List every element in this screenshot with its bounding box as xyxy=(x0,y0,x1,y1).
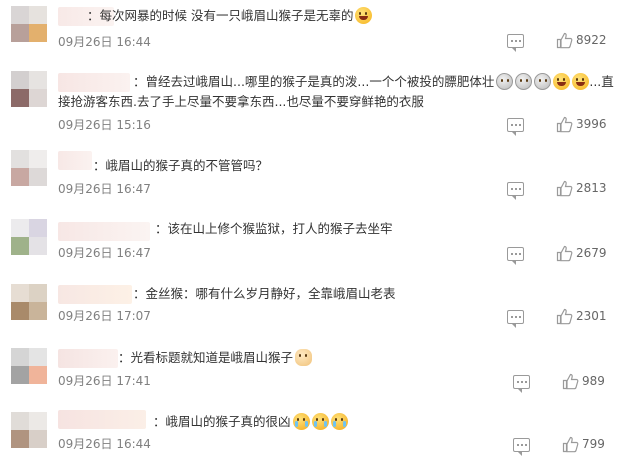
avatar[interactable] xyxy=(11,412,47,448)
thumbs-up-icon[interactable] xyxy=(556,116,573,133)
like-count: 799 xyxy=(582,437,605,451)
thumbs-up-icon[interactable] xyxy=(556,245,573,262)
comment-icon[interactable] xyxy=(507,310,524,328)
comment-body: ：每次网暴的时候 没有一只峨眉山猴子是无辜的 xyxy=(87,8,354,23)
crying-face-emoji-icon xyxy=(311,413,329,430)
timestamp: 09月26日 16:44 xyxy=(58,35,151,49)
like-count: 8922 xyxy=(576,33,607,47)
timestamp: 09月26日 16:44 xyxy=(58,437,151,451)
avatar[interactable] xyxy=(11,71,47,107)
username-blurred[interactable] xyxy=(58,151,92,170)
comment-text: ：金丝猴：哪有什么岁月静好，全靠峨眉山老表 xyxy=(133,284,396,304)
comment-icon[interactable] xyxy=(507,118,524,136)
comment-icon[interactable] xyxy=(507,182,524,200)
grinning-face-emoji-icon xyxy=(496,73,514,90)
thumbs-up-icon[interactable] xyxy=(562,436,579,453)
grinning-face-emoji-icon xyxy=(515,73,533,90)
timestamp: 09月26日 16:47 xyxy=(58,182,151,196)
username-blurred[interactable] xyxy=(58,222,150,241)
comment-body: ：峨眉山的猴子真的很凶 xyxy=(153,414,291,429)
comment-text-line2: 接抢游客东西.去了手上尽量不要拿东西...也尽量不要穿鲜艳的衣服 xyxy=(58,94,424,109)
thumbs-up-icon[interactable] xyxy=(562,373,579,390)
comment-text: ：峨眉山的猴子真的很凶 xyxy=(153,412,348,432)
like-count: 2301 xyxy=(576,309,607,323)
avatar[interactable] xyxy=(11,348,47,384)
grinning-face-emoji-icon xyxy=(534,73,552,90)
avatar[interactable] xyxy=(11,6,47,42)
comment-text: ：每次网暴的时候 没有一只峨眉山猴子是无辜的 xyxy=(87,6,373,26)
comment-text: ：峨眉山的猴子真的不管管吗？ xyxy=(93,156,268,176)
comment-text: ：光看标题就知道是峨眉山猴子 xyxy=(118,348,313,368)
username-blurred[interactable] xyxy=(58,349,118,368)
dog-face-emoji-icon xyxy=(295,349,313,366)
comment-icon[interactable] xyxy=(507,34,524,52)
comment-text: ：曾经去过峨眉山...哪里的猴子是真的泼...一个个被投的膘肥体壮 ...直 xyxy=(133,72,614,92)
crying-face-emoji-icon xyxy=(292,413,310,430)
comment-icon[interactable] xyxy=(513,375,530,393)
avatar[interactable] xyxy=(11,150,47,186)
like-count: 2813 xyxy=(576,181,607,195)
username-blurred[interactable] xyxy=(58,285,132,304)
username-blurred[interactable] xyxy=(58,410,146,429)
comment-body: ：金丝猴：哪有什么岁月静好，全靠峨眉山老表 xyxy=(133,286,396,301)
like-count: 2679 xyxy=(576,246,607,260)
like-count: 3996 xyxy=(576,117,607,131)
comment-text: ：该在山上修个猴监狱，打人的猴子去坐牢 xyxy=(155,219,393,239)
comment-body: ：该在山上修个猴监狱，打人的猴子去坐牢 xyxy=(155,221,393,236)
comment-icon[interactable] xyxy=(507,247,524,265)
avatar[interactable] xyxy=(11,284,47,320)
avatar[interactable] xyxy=(11,219,47,255)
timestamp: 09月26日 17:41 xyxy=(58,374,151,388)
thumbs-up-icon[interactable] xyxy=(556,308,573,325)
thumbs-up-icon[interactable] xyxy=(556,32,573,49)
crying-face-emoji-icon xyxy=(330,413,348,430)
laughing-emoji-icon xyxy=(572,73,590,90)
thumbs-up-icon[interactable] xyxy=(556,180,573,197)
comment-body: ：曾经去过峨眉山...哪里的猴子是真的泼...一个个被投的膘肥体壮 xyxy=(133,74,495,89)
timestamp: 09月26日 15:16 xyxy=(58,118,151,132)
comment-body-continuation: ...直 xyxy=(589,74,614,89)
laughing-emoji-icon xyxy=(355,7,373,24)
laughing-emoji-icon xyxy=(553,73,571,90)
comment-body: ：光看标题就知道是峨眉山猴子 xyxy=(118,350,294,365)
timestamp: 09月26日 17:07 xyxy=(58,309,151,323)
timestamp: 09月26日 16:47 xyxy=(58,246,151,260)
comment-body: ：峨眉山的猴子真的不管管吗？ xyxy=(93,158,269,173)
comment-icon[interactable] xyxy=(513,438,530,456)
username-blurred[interactable] xyxy=(58,73,130,92)
like-count: 989 xyxy=(582,374,605,388)
